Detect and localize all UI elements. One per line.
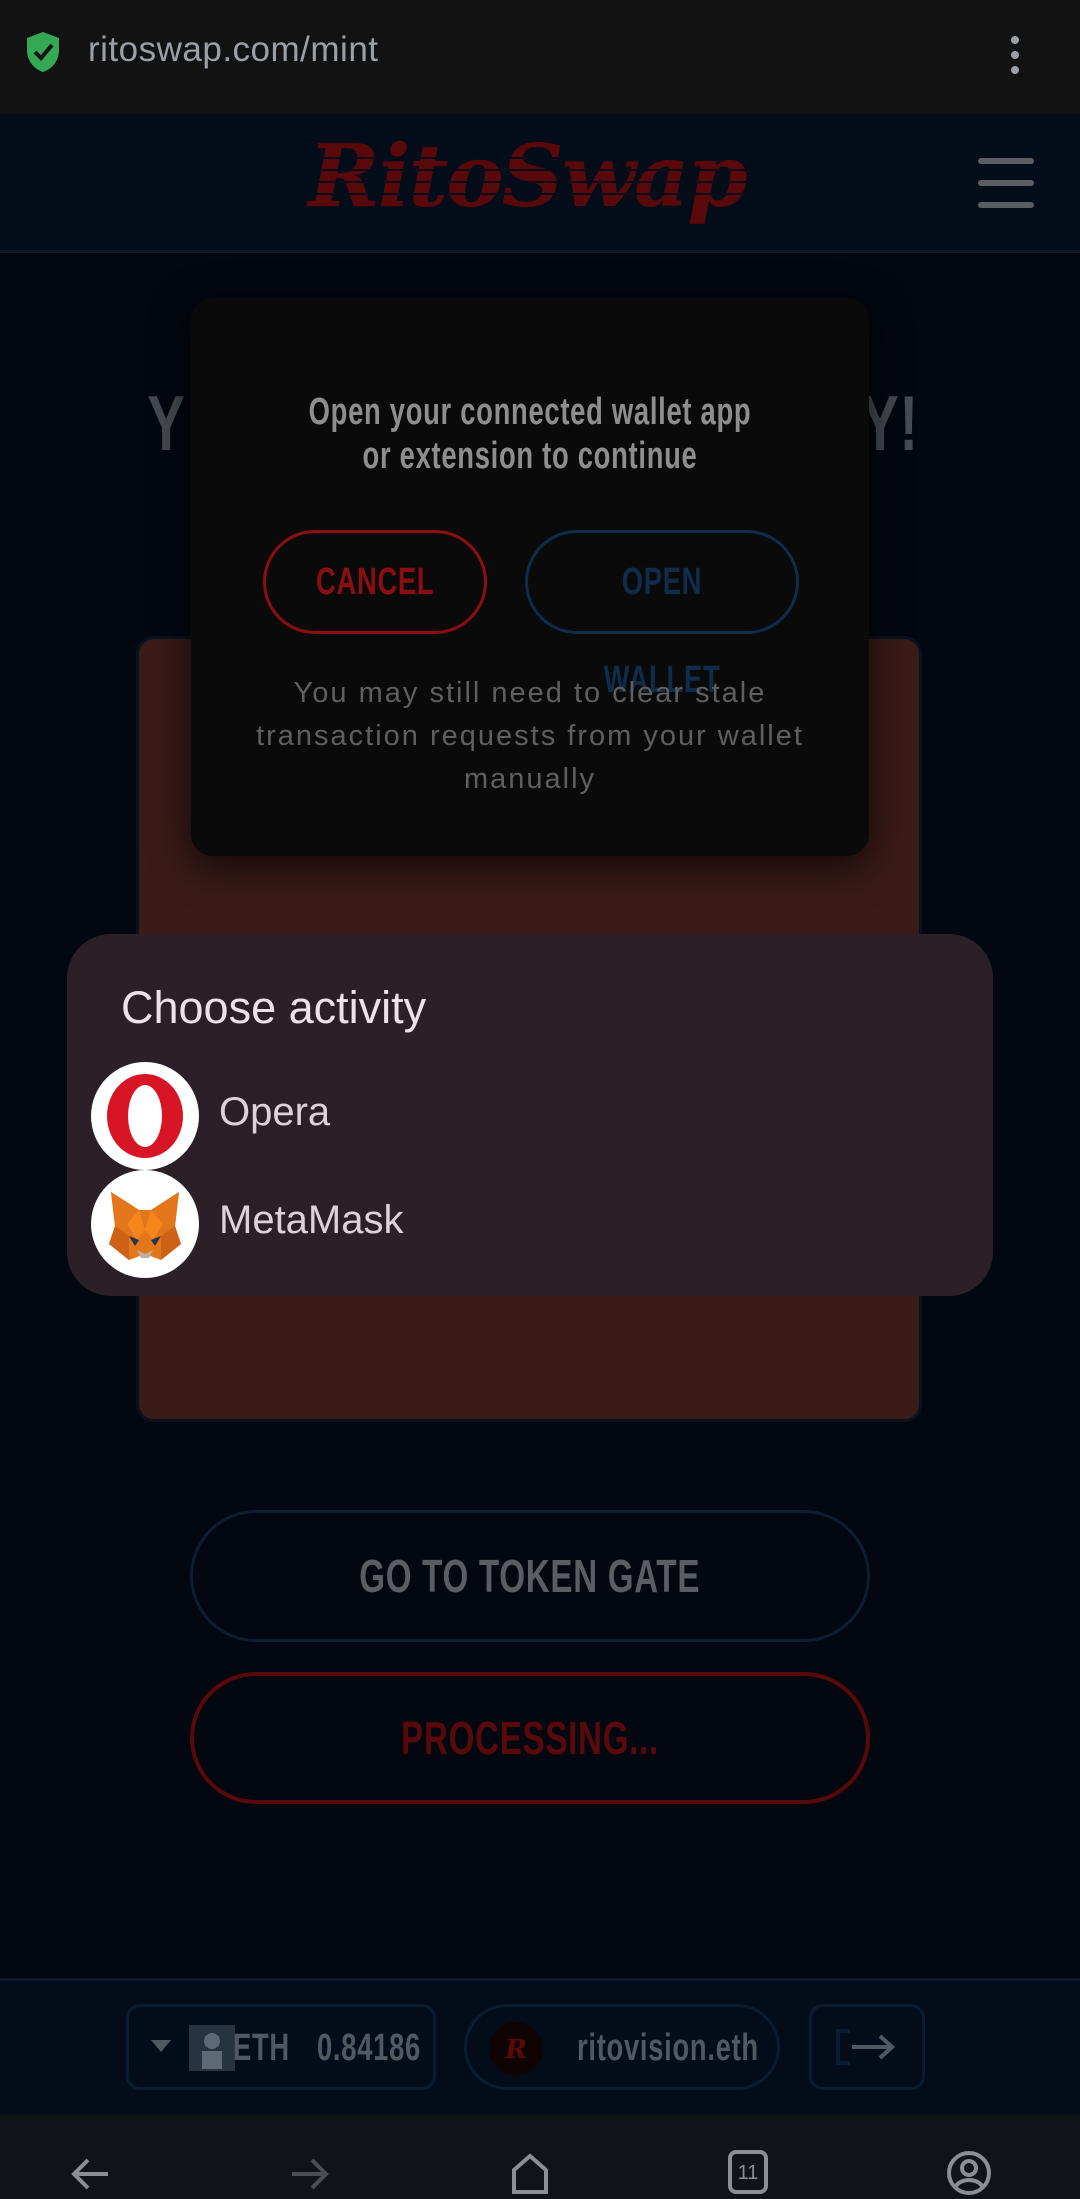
app-label-opera: Opera (219, 1090, 331, 1134)
modal-message: Open your connected wallet app or extens… (308, 391, 752, 477)
app-option-metamask[interactable]: MetaMask (67, 1170, 993, 1278)
chooser-title: Choose activity (121, 982, 427, 1033)
tab-switcher-button[interactable]: 11 (728, 2150, 768, 2194)
cancel-button[interactable]: CANCEL (263, 530, 487, 634)
opera-icon (91, 1062, 199, 1170)
open-wallet-button[interactable]: OPEN WALLET (525, 530, 799, 701)
more-options-icon[interactable] (1000, 30, 1030, 80)
app-option-opera[interactable]: Opera (67, 1062, 993, 1170)
app-label-metamask: MetaMask (219, 1198, 404, 1242)
account-icon[interactable] (946, 2150, 992, 2196)
open-wallet-modal: Open your connected wallet app or extens… (191, 298, 869, 856)
choose-activity-sheet: Choose activity Opera MetaMask (67, 934, 993, 1296)
modal-note: You may still need to clear stale transa… (256, 677, 804, 795)
metamask-icon (91, 1170, 199, 1278)
forward-arrow-icon[interactable] (290, 2156, 330, 2192)
browser-nav-bar: 11 (0, 2114, 1080, 2199)
url-text[interactable]: ritoswap.com/mint (88, 30, 379, 70)
back-arrow-icon[interactable] (70, 2156, 110, 2192)
home-icon[interactable] (510, 2150, 550, 2194)
secure-shield-icon[interactable] (24, 30, 62, 74)
tab-count: 11 (737, 2162, 759, 2184)
